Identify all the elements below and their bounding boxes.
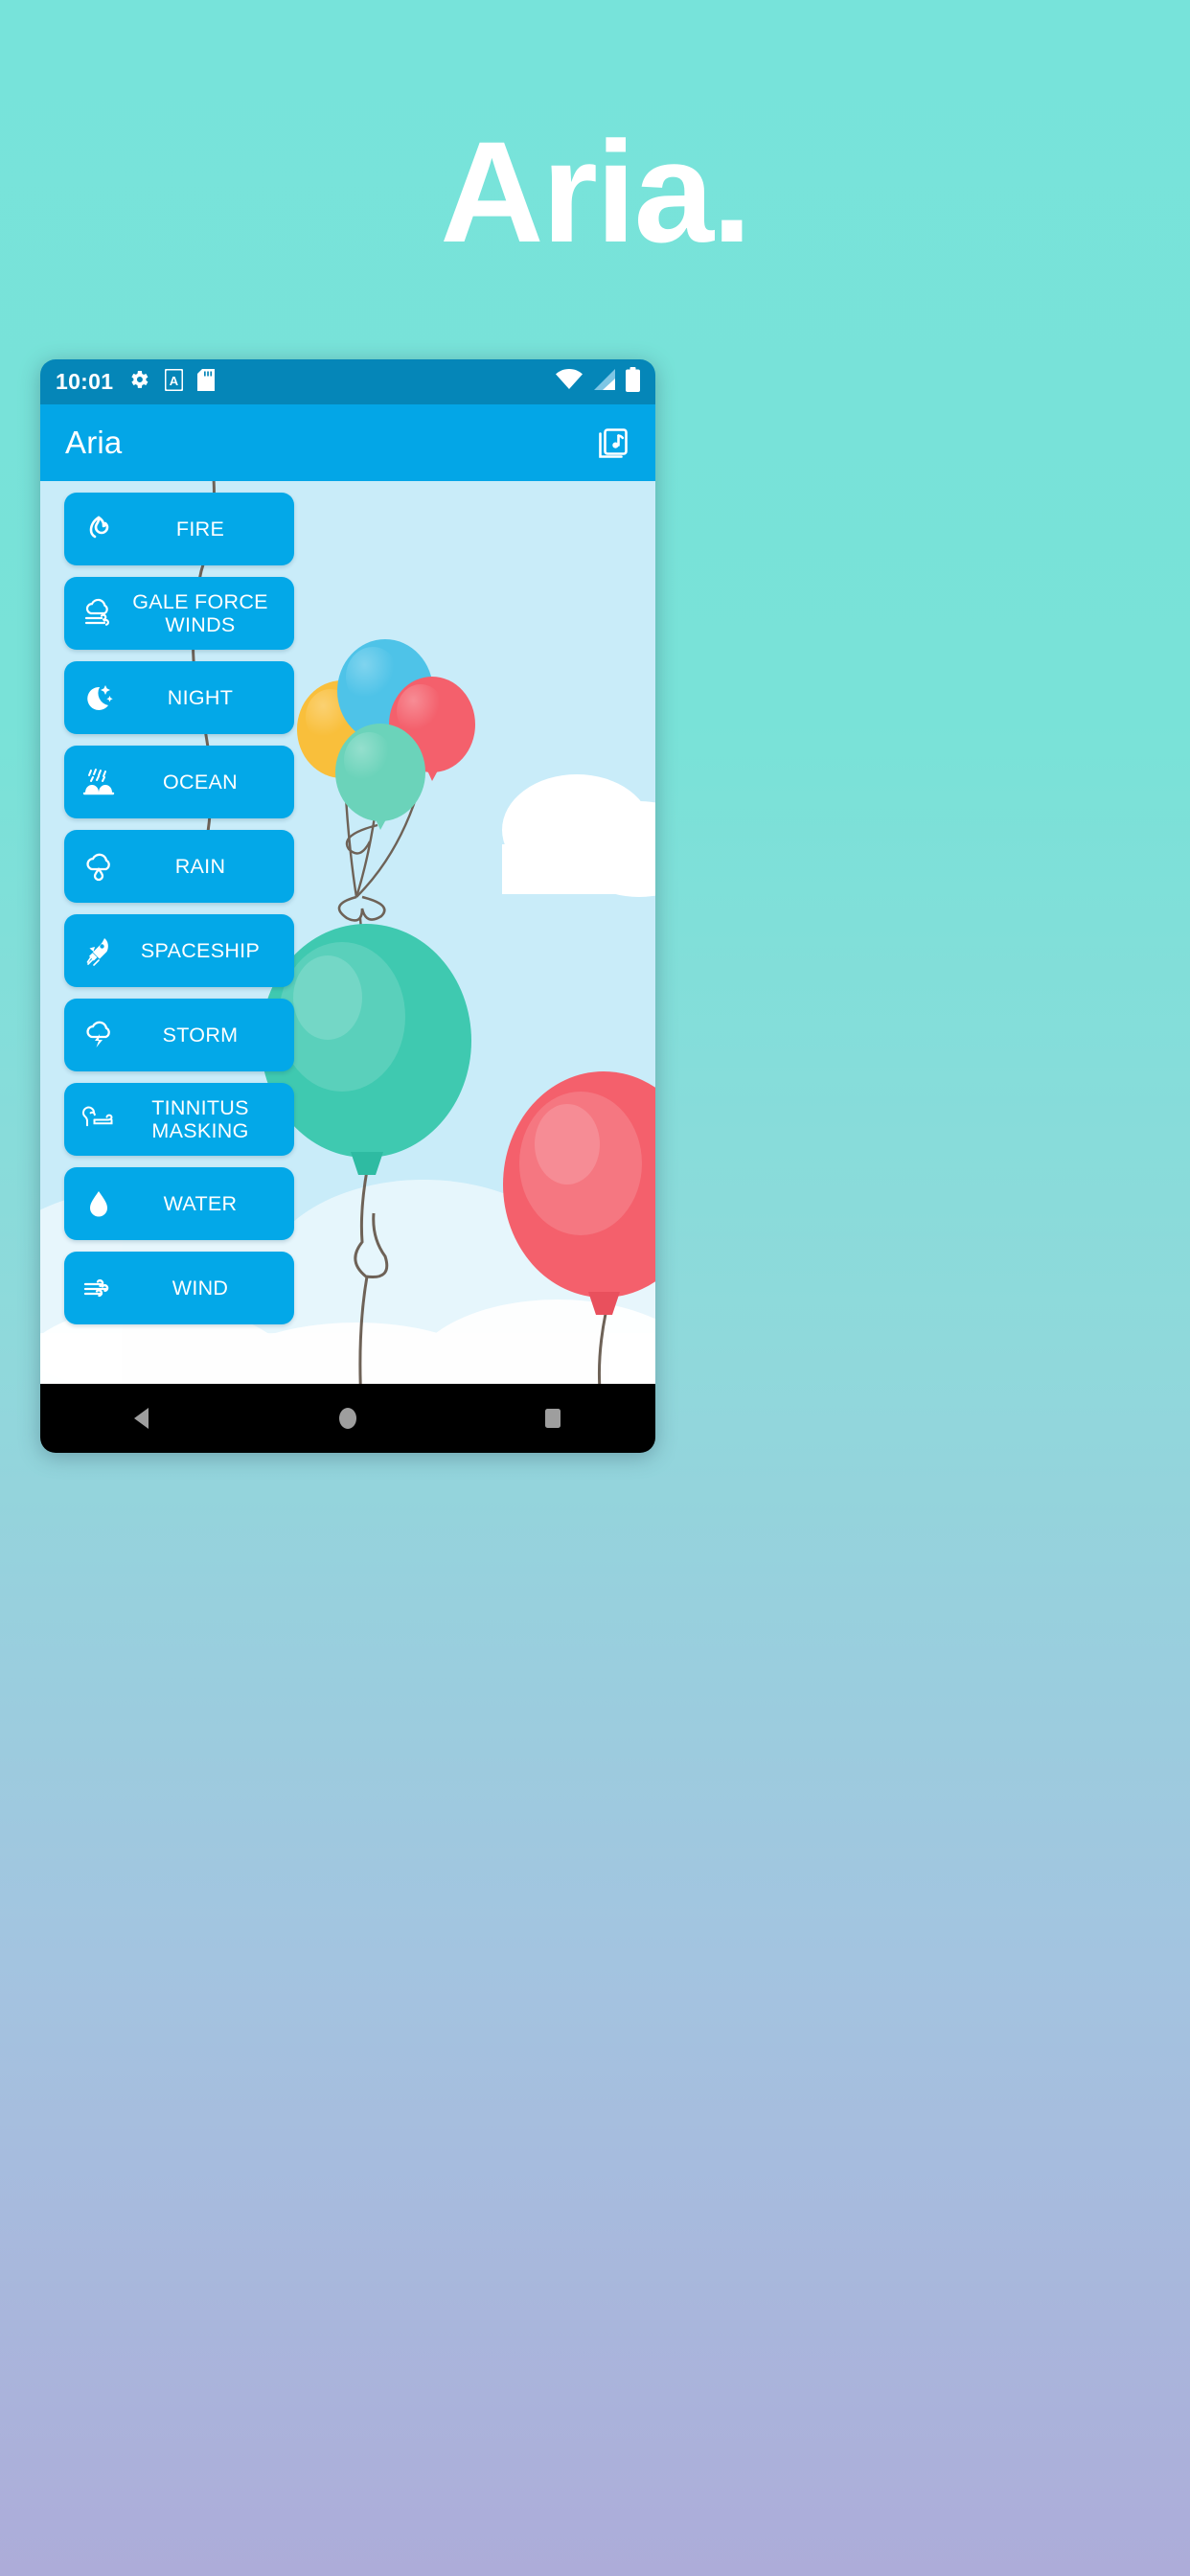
- music-library-icon[interactable]: [592, 424, 630, 462]
- status-bar-right: [556, 367, 640, 397]
- sd-card-icon: [197, 368, 216, 396]
- sound-button-label: WATER: [163, 1191, 238, 1215]
- sound-button-water[interactable]: WATER: [64, 1167, 294, 1240]
- sound-board: FIRE GALE FORCE WINDS NIGHT OCEAN RAIN S…: [40, 481, 655, 1384]
- sound-button-storm[interactable]: STORM: [64, 999, 294, 1071]
- sound-button-label: OCEAN: [163, 770, 238, 794]
- sound-button-label: TINNITUS MASKING: [151, 1095, 249, 1142]
- sound-button-label: WIND: [172, 1276, 229, 1300]
- sound-button-night[interactable]: NIGHT: [64, 661, 294, 734]
- phone-mockup: 10:01 A Aria FIRE GALE FORCE WINDS NIGHT…: [40, 359, 655, 1453]
- home-button[interactable]: [290, 1404, 405, 1433]
- fire-icon: [76, 514, 122, 544]
- sound-button-fire[interactable]: FIRE: [64, 493, 294, 565]
- rocket-icon: [76, 935, 122, 966]
- android-nav-bar: [40, 1384, 655, 1453]
- water-drop-icon: [76, 1188, 122, 1219]
- a-badge-icon: A: [164, 368, 184, 396]
- cell-signal-icon: [592, 369, 616, 395]
- app-bar-title: Aria: [65, 425, 123, 460]
- rain-waves-icon: [76, 767, 122, 797]
- app-title: Aria.: [440, 111, 751, 272]
- cloud-wind-icon: [76, 598, 122, 629]
- sound-button-wind[interactable]: WIND: [64, 1252, 294, 1324]
- sound-button-gale-force-winds[interactable]: GALE FORCE WINDS: [64, 577, 294, 650]
- sound-button-tinnitus-masking[interactable]: TINNITUS MASKING: [64, 1083, 294, 1156]
- wind-icon: [76, 1274, 122, 1302]
- battery-icon: [626, 367, 640, 397]
- status-clock: 10:01: [56, 369, 114, 394]
- status-bar: 10:01 A: [40, 359, 655, 404]
- sound-button-list: FIRE GALE FORCE WINDS NIGHT OCEAN RAIN S…: [64, 493, 294, 1324]
- sound-button-label: RAIN: [174, 854, 226, 878]
- sound-button-label: GALE FORCE WINDS: [132, 589, 268, 636]
- cloud-lightning-icon: [76, 1020, 122, 1050]
- recents-button[interactable]: [495, 1404, 610, 1433]
- sound-button-ocean[interactable]: OCEAN: [64, 746, 294, 818]
- status-bar-left: 10:01 A: [56, 368, 216, 396]
- sound-button-label: NIGHT: [167, 685, 234, 709]
- wifi-icon: [556, 369, 583, 395]
- cloud-raindrop-icon: [76, 851, 122, 882]
- hero-banner: Aria.: [0, 0, 1190, 359]
- sound-button-label: SPACESHIP: [140, 938, 261, 962]
- sound-button-rain[interactable]: RAIN: [64, 830, 294, 903]
- svg-text:A: A: [170, 374, 179, 388]
- sound-button-label: FIRE: [175, 517, 225, 540]
- moon-stars-icon: [76, 682, 122, 713]
- back-button[interactable]: [85, 1404, 200, 1433]
- sound-button-spaceship[interactable]: SPACESHIP: [64, 914, 294, 987]
- ear-icon: [76, 1105, 122, 1134]
- app-bar: Aria: [40, 404, 655, 481]
- gear-icon: [127, 368, 150, 396]
- sound-button-label: STORM: [162, 1023, 239, 1046]
